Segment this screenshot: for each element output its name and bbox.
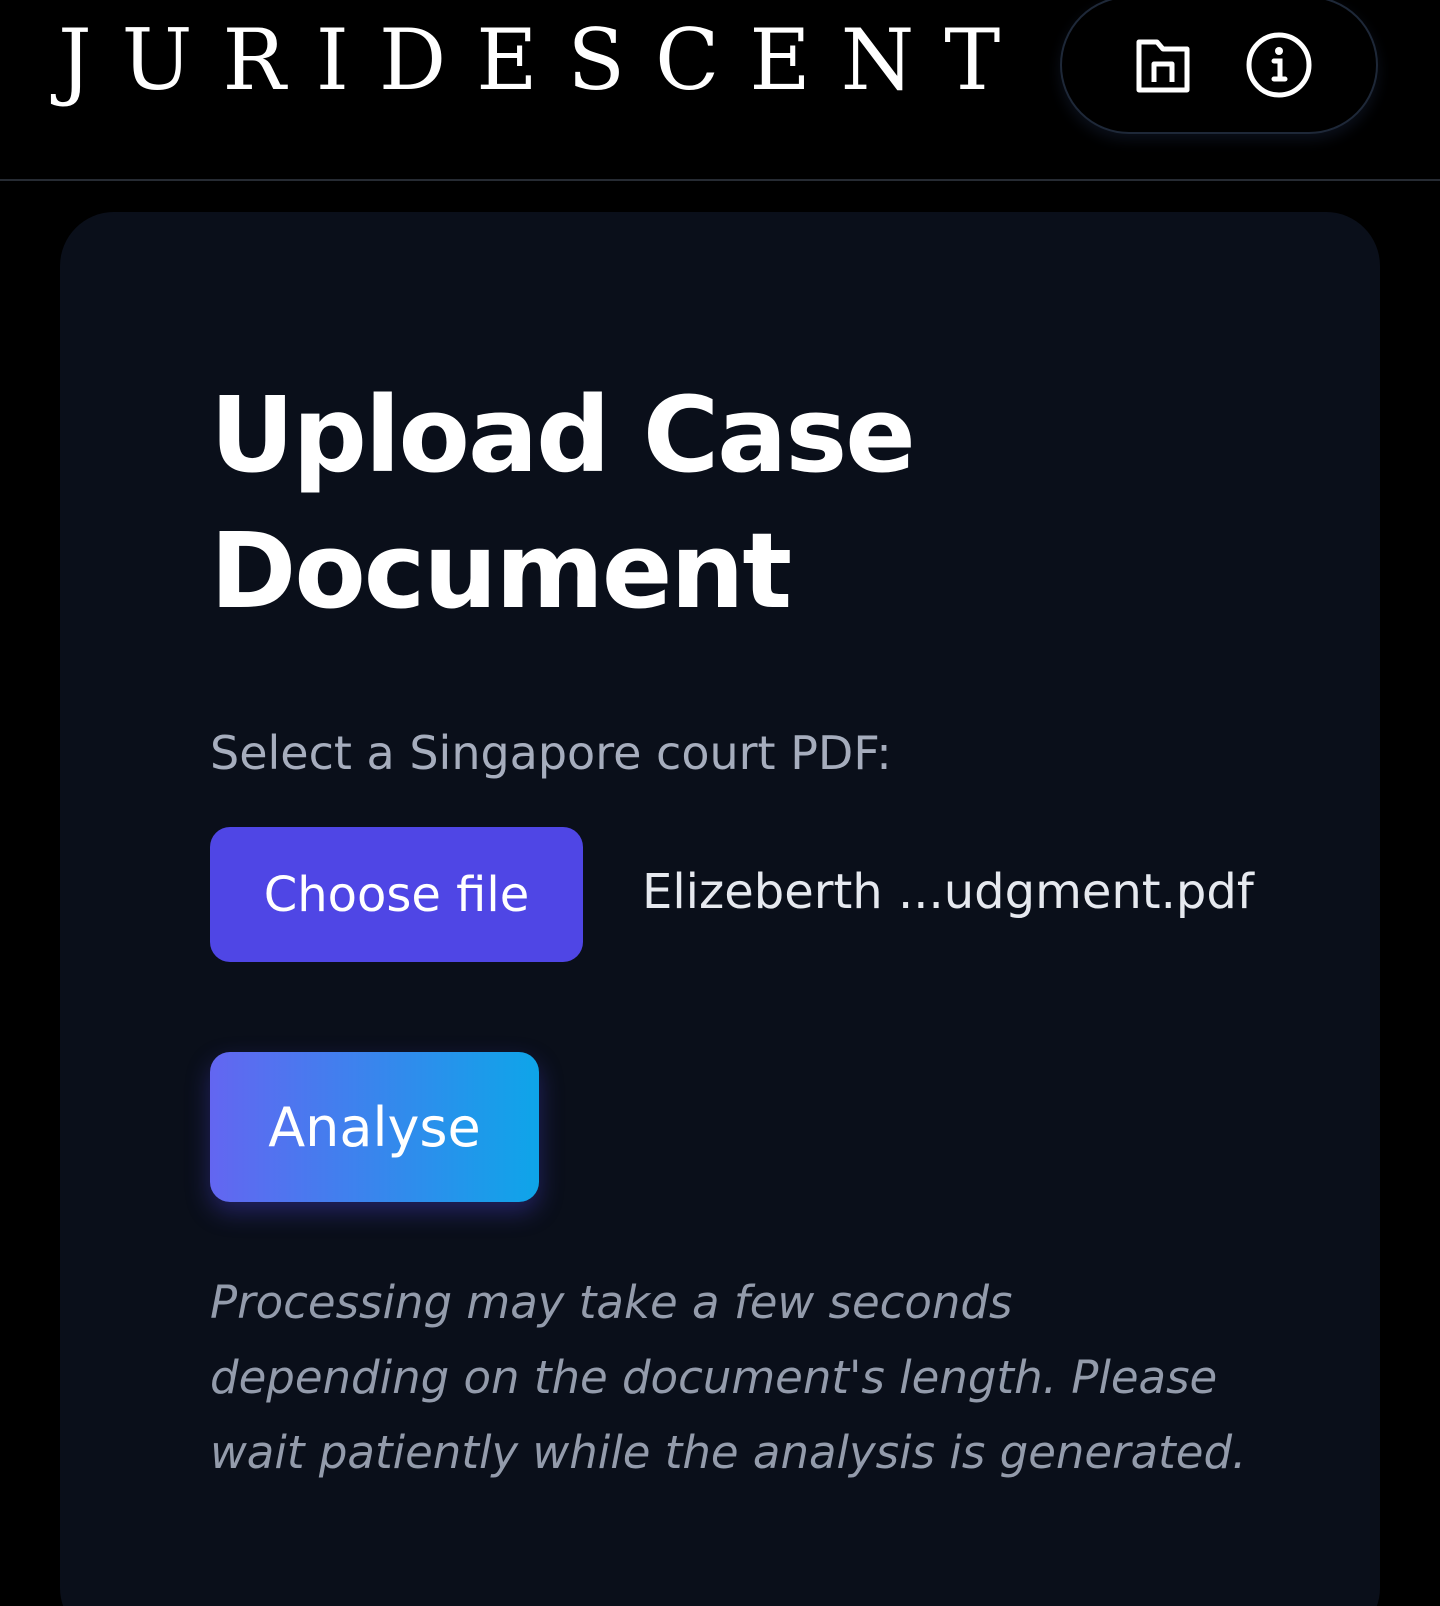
home-folder-icon[interactable] bbox=[1128, 30, 1198, 100]
info-icon[interactable] bbox=[1244, 30, 1314, 100]
selected-file-name: Elizeberth ...udgment.pdf bbox=[642, 864, 1254, 920]
page-title: Upload Case Document bbox=[210, 374, 916, 632]
upload-card: Upload Case Document Select a Singapore … bbox=[60, 212, 1380, 1606]
processing-note: Processing may take a few seconds depend… bbox=[210, 1276, 1247, 1479]
choose-file-button[interactable]: Choose file bbox=[210, 827, 583, 962]
brand-logo[interactable]: JURIDESCENT bbox=[58, 18, 1030, 102]
analyse-button[interactable]: Analyse bbox=[210, 1052, 539, 1202]
nav-pill bbox=[1060, 0, 1378, 134]
top-header: JURIDESCENT bbox=[0, 0, 1440, 181]
file-select-label: Select a Singapore court PDF: bbox=[210, 726, 892, 780]
